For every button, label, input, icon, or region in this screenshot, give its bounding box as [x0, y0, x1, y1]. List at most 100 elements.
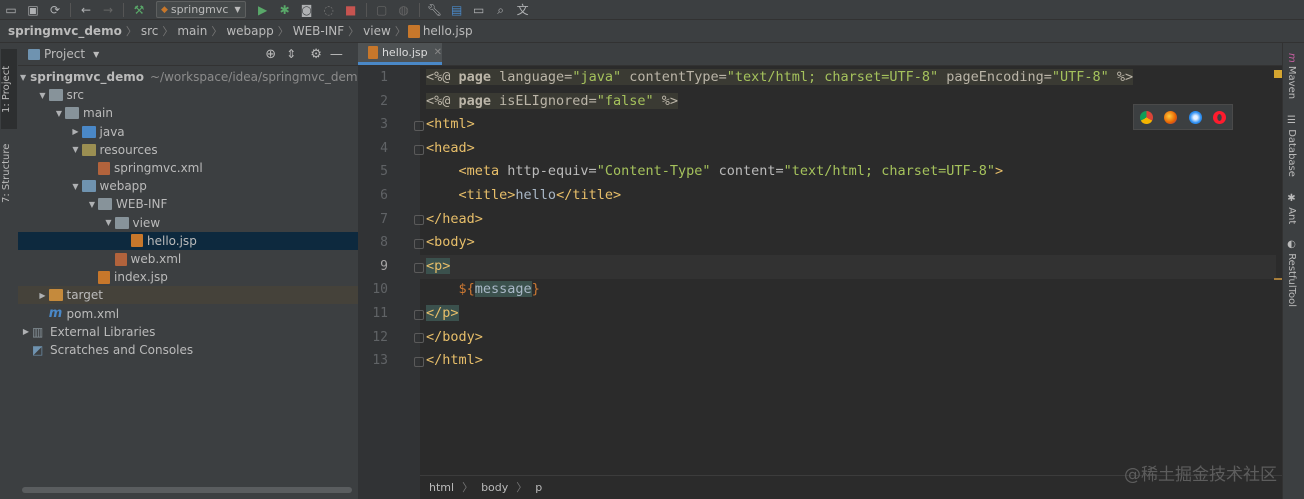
structure-icon[interactable]: ▤ — [449, 3, 465, 17]
hide-panel-icon[interactable]: — — [330, 47, 343, 62]
run-config-select[interactable]: ◆ springmvc ▼ — [156, 1, 246, 18]
code-token: ${ — [458, 281, 475, 298]
tree-item[interactable]: ▼ src — [18, 86, 377, 104]
code-token: isELIgnored= — [491, 92, 597, 109]
translate-icon[interactable]: 文 — [515, 3, 531, 17]
debug-icon[interactable]: ✱ — [277, 3, 293, 17]
gear-icon[interactable]: ⚙ — [310, 47, 322, 62]
project-panel-title[interactable]: Project — [44, 47, 85, 61]
jsp-file-icon — [368, 46, 378, 59]
coverage-icon[interactable]: ◙ — [299, 3, 315, 17]
run-icon[interactable]: ▶ — [255, 3, 271, 17]
sync-icon[interactable]: ⟳ — [47, 3, 63, 17]
tree-item[interactable]: ▶ java — [18, 123, 410, 141]
fold-marker[interactable] — [414, 145, 424, 155]
error-stripe[interactable] — [1274, 66, 1282, 456]
tab-restfultool[interactable]: ◐ RestfulTool — [1286, 239, 1297, 307]
chevron-down-icon[interactable]: ▼ — [93, 50, 99, 59]
breadcrumb-webapp[interactable]: webapp — [222, 24, 277, 38]
fold-marker[interactable] — [414, 215, 424, 225]
locate-icon[interactable]: ⊕ — [265, 47, 276, 62]
fold-marker[interactable] — [414, 333, 424, 343]
project-scrollbar[interactable] — [22, 487, 352, 493]
chevron-down-icon[interactable]: ▼ — [70, 182, 82, 191]
code-token: contentType= — [621, 69, 727, 85]
breadcrumb-file[interactable]: hello.jsp — [423, 24, 477, 38]
tree-item[interactable]: ▼ webapp — [18, 177, 410, 195]
code-token: http-equiv= — [499, 163, 597, 180]
code-line: </p> — [426, 302, 1133, 326]
firefox-icon[interactable] — [1164, 110, 1178, 124]
chevron-right-icon[interactable]: ▶ — [70, 127, 82, 136]
folder-icon — [65, 107, 79, 120]
fold-marker[interactable] — [414, 239, 424, 249]
chrome-icon[interactable] — [1139, 110, 1153, 124]
code-token: "text/html; charset=UTF-8" — [783, 163, 995, 180]
code-token: "UTF-8" — [1051, 69, 1109, 85]
forward-icon[interactable]: → — [100, 3, 116, 17]
breadcrumb-web-inf[interactable]: WEB-INF — [289, 24, 348, 38]
code-line: <%@ page language="java" contentType="te… — [426, 66, 1134, 90]
chevron-right-icon[interactable]: ▶ — [37, 291, 49, 300]
usage-marker[interactable] — [1274, 278, 1282, 280]
safari-icon[interactable] — [1188, 110, 1202, 124]
settings-icon[interactable]: 🔧︎ — [427, 3, 443, 17]
breadcrumb-main[interactable]: main — [173, 24, 211, 38]
opera-icon[interactable] — [1213, 110, 1227, 124]
stop-icon[interactable]: ■ — [343, 3, 359, 17]
breadcrumb-src[interactable]: src — [137, 24, 163, 38]
collapse-all-icon[interactable]: ⇕ — [286, 47, 296, 61]
tree-item[interactable]: ▶ ▥ External Libraries — [18, 323, 360, 341]
chevron-down-icon[interactable]: ▼ — [37, 91, 49, 100]
breadcrumb-view[interactable]: view — [359, 24, 395, 38]
tab-database[interactable]: ☰ Database — [1286, 115, 1297, 177]
chevron-down-icon[interactable]: ▼ — [20, 73, 26, 82]
chevron-down-icon[interactable]: ▼ — [53, 109, 65, 118]
chevron-down-icon[interactable]: ▼ — [70, 145, 82, 154]
chevron-right-icon[interactable]: ▶ — [20, 327, 32, 336]
tab-project[interactable]: 1: Project — [1, 49, 17, 129]
warning-marker[interactable] — [1274, 70, 1282, 78]
tree-item[interactable]: ◩ Scratches and Consoles — [18, 341, 360, 359]
hotswap-icon[interactable]: ◍ — [396, 3, 412, 17]
fold-marker[interactable] — [414, 263, 424, 273]
crumb-p[interactable]: p — [535, 481, 542, 494]
code-token: page — [458, 92, 492, 109]
chevron-down-icon[interactable]: ▼ — [86, 200, 98, 209]
fold-marker[interactable] — [414, 310, 424, 320]
scratch-icon: ◩ — [32, 343, 44, 357]
code-token: "Content-Type" — [596, 163, 711, 180]
profile-icon[interactable]: ◌ — [321, 3, 337, 17]
code-token: <head> — [426, 139, 475, 156]
fold-marker[interactable] — [414, 357, 424, 367]
tree-item-label: External Libraries — [50, 324, 156, 339]
tree-item[interactable]: m pom.xml — [18, 305, 377, 323]
open-icon[interactable]: ▭ — [3, 3, 19, 17]
tab-structure[interactable]: 7: Structure — [1, 133, 17, 213]
tree-item[interactable]: ▼ springmvc_demo ~/workspace/idea/springmv… — [18, 68, 365, 86]
chevron-down-icon[interactable]: ▼ — [103, 218, 115, 227]
search-icon[interactable]: ⌕ — [493, 3, 509, 17]
breadcrumb-project[interactable]: springmvc_demo — [0, 24, 126, 38]
code-line: </html> — [426, 349, 1133, 373]
tree-item[interactable]: ▼ main — [18, 104, 393, 122]
toolbar-divider — [418, 2, 420, 17]
crumb-body[interactable]: body — [481, 481, 508, 494]
crumb-html[interactable]: html — [429, 481, 454, 494]
save-icon[interactable]: ▣ — [25, 3, 41, 17]
tab-hello-jsp[interactable]: hello.jsp ✕ — [358, 43, 442, 65]
attach-icon[interactable]: ▢ — [374, 3, 390, 17]
tree-item[interactable]: ▼ resources — [18, 141, 410, 159]
code-line: </head> — [426, 208, 1133, 232]
navigation-breadcrumb: springmvc_demo 〉 src 〉 main 〉 webapp 〉 W… — [0, 20, 1304, 43]
tab-maven[interactable]: m Maven — [1286, 53, 1297, 99]
close-icon[interactable]: ✕ — [434, 47, 442, 58]
fold-marker[interactable] — [414, 121, 424, 131]
terminal-icon[interactable]: ▭ — [471, 3, 487, 17]
tab-ant[interactable]: ✱ Ant — [1286, 193, 1297, 224]
line-number: 13 — [372, 353, 388, 369]
build-icon[interactable]: ⚒ — [131, 3, 147, 17]
tree-item[interactable]: ▶ target — [18, 286, 377, 305]
back-icon[interactable]: ← — [78, 3, 94, 17]
folder-icon — [114, 216, 129, 229]
